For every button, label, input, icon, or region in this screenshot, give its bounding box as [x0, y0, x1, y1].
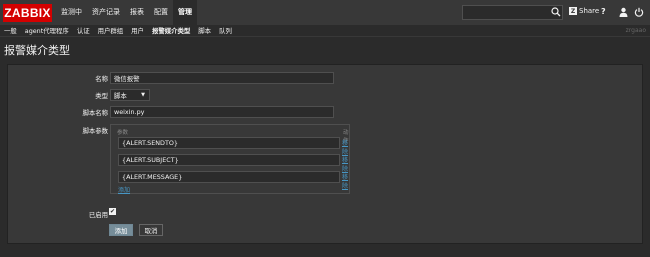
sub-nav-users[interactable]: 用户 — [127, 25, 148, 37]
param-field[interactable]: {ALERT.MESSAGE} — [118, 171, 340, 183]
page-title: 报警媒介类型 — [4, 44, 70, 57]
type-select-value: 脚本 — [114, 91, 127, 100]
share-icon: Z — [569, 7, 577, 15]
remove-param-button[interactable]: 移除 — [342, 172, 349, 190]
search-input[interactable] — [462, 5, 563, 20]
name-label: 名称 — [95, 75, 108, 83]
sub-nav-proxies[interactable]: agent代理程序 — [21, 25, 73, 37]
server-name: zrgaao — [625, 27, 646, 34]
sub-nav-queue[interactable]: 队列 — [215, 25, 236, 37]
share-label: Share — [579, 7, 600, 15]
sub-nav-general[interactable]: 一般 — [0, 25, 21, 37]
sub-nav: 一般 agent代理程序 认证 用户群组 用户 报警媒介类型 脚本 队列 zrg… — [0, 25, 650, 37]
top-nav-administration[interactable]: 管理 — [173, 0, 197, 25]
add-param-button[interactable]: 添加 — [118, 185, 130, 194]
enabled-checkbox[interactable]: ✔ — [109, 208, 116, 215]
type-label: 类型 — [95, 92, 108, 100]
sub-nav-user-groups[interactable]: 用户群组 — [94, 25, 128, 37]
cancel-button[interactable]: 取消 — [139, 224, 163, 236]
search-icon[interactable] — [551, 7, 561, 17]
top-nav-reports[interactable]: 报表 — [125, 0, 149, 25]
sub-nav-scripts[interactable]: 脚本 — [194, 25, 215, 37]
name-field[interactable]: 微信报警 — [110, 72, 334, 84]
user-profile-icon[interactable] — [619, 7, 628, 17]
top-nav: 监测中 资产记录 报表 配置 管理 — [56, 0, 197, 25]
type-select[interactable]: 脚本 ▼ — [110, 89, 150, 101]
media-type-form: 名称 微信报警 类型 脚本 ▼ 脚本名称 weixin.py 脚本参数 参数 动… — [7, 64, 643, 244]
enabled-label: 已启用 — [88, 211, 108, 219]
param-field[interactable]: {ALERT.SENDTO} — [118, 137, 340, 149]
share-button[interactable]: Z Share — [569, 7, 599, 15]
params-header-param: 参数 — [117, 130, 129, 136]
sign-out-icon[interactable] — [634, 7, 644, 17]
remove-param-button[interactable]: 移除 — [342, 155, 349, 173]
script-params-table: 参数 动作 {ALERT.SENDTO} 移除 {ALERT.SUBJECT} … — [110, 124, 350, 194]
top-nav-monitoring[interactable]: 监测中 — [56, 0, 87, 25]
remove-param-button[interactable]: 移除 — [342, 138, 349, 156]
param-field[interactable]: {ALERT.SUBJECT} — [118, 154, 340, 166]
top-nav-configuration[interactable]: 配置 — [149, 0, 173, 25]
script-name-label: 脚本名称 — [82, 109, 108, 117]
script-params-label: 脚本参数 — [82, 127, 108, 135]
top-nav-inventory[interactable]: 资产记录 — [87, 0, 125, 25]
help-icon[interactable]: ? — [601, 7, 606, 16]
sub-nav-authentication[interactable]: 认证 — [73, 25, 94, 37]
chevron-down-icon: ▼ — [141, 92, 145, 98]
script-name-field[interactable]: weixin.py — [110, 106, 334, 118]
zabbix-logo[interactable]: ZABBIX — [3, 3, 52, 22]
sub-nav-media-types[interactable]: 报警媒介类型 — [148, 25, 194, 37]
add-button[interactable]: 添加 — [109, 224, 133, 236]
